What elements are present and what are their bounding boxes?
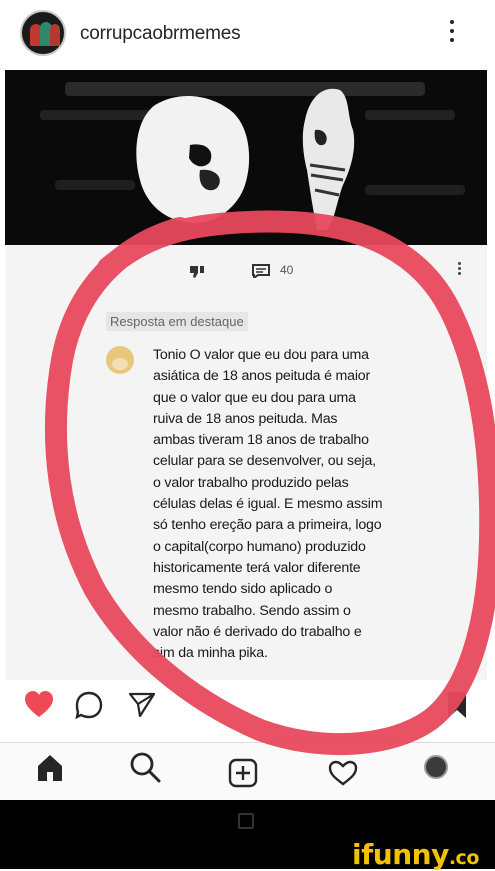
comment-line: mesmo tendo sido aplicado o — [153, 581, 333, 598]
ifunny-watermark: ifunny.co — [352, 838, 479, 871]
figures-illustration — [136, 88, 355, 230]
post-image — [5, 70, 487, 245]
add-post-icon[interactable] — [228, 758, 258, 788]
commenter-avatar — [106, 346, 134, 374]
comment-line: historicamente terá valor diferente — [153, 559, 361, 576]
heart-icon[interactable] — [24, 690, 54, 718]
activity-icon[interactable] — [328, 760, 358, 786]
author-avatar[interactable] — [20, 10, 66, 56]
featured-reply-tag: Resposta em destaque — [106, 312, 248, 331]
comment-menu-icon — [458, 262, 462, 278]
comment-line: que o valor que eu dou para uma — [153, 389, 356, 406]
comment-line: asiática de 18 anos peituda é maior — [153, 368, 370, 385]
comment-line: valor não é derivado do trabalho e — [153, 623, 362, 640]
comment-line: Tonio O valor que eu dou para uma — [153, 347, 369, 363]
comment-line: células delas é igual. E mesmo assim — [153, 496, 383, 513]
comment-line: mesmo trabalho. Sendo assim o — [153, 602, 351, 619]
bookmark-icon[interactable] — [446, 690, 468, 720]
comment-icon[interactable] — [74, 690, 104, 720]
comment-line: o capital(corpo humano) produzido — [153, 538, 366, 555]
comment-body: Tonio O valor que eu dou para uma asiáti… — [153, 345, 463, 664]
comment-line: sim da minha pika. — [153, 645, 268, 662]
recent-apps-icon[interactable] — [238, 813, 254, 829]
comment-count: 40 — [280, 263, 294, 277]
profile-avatar[interactable] — [424, 755, 448, 779]
comment-line: o valor trabalho produzido pelas — [153, 474, 349, 491]
comment-line: só tenho ereção para a primeira, logo — [153, 517, 382, 534]
send-icon[interactable] — [128, 692, 156, 718]
comment-count-icon — [252, 264, 270, 278]
dislike-icon — [190, 266, 204, 278]
post-header — [0, 0, 495, 70]
comment-line: celular para se desenvolver, ou seja, — [153, 453, 376, 470]
home-icon[interactable] — [34, 752, 66, 784]
search-icon[interactable] — [128, 750, 162, 784]
author-username[interactable]: corrupcaobrmemes — [80, 23, 241, 45]
more-options-icon[interactable] — [445, 20, 459, 46]
comment-line: ambas tiveram 18 anos de trabalho — [153, 432, 369, 449]
comment-line: ruiva de 18 anos peituda. Mas — [153, 410, 338, 427]
